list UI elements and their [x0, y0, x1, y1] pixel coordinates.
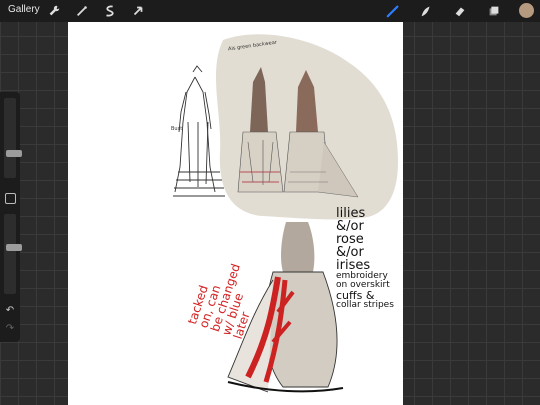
black-note-line: collar stripes: [336, 300, 394, 310]
wrench-icon[interactable]: [46, 3, 62, 19]
opacity-slider[interactable]: [4, 214, 22, 294]
black-note: lilies &/or rose &/or irises embroidery …: [336, 207, 394, 310]
transform-icon[interactable]: [130, 3, 146, 19]
brush-icon[interactable]: [385, 3, 401, 19]
brush-size-slider[interactable]: [4, 98, 22, 178]
smudge-icon[interactable]: [418, 3, 434, 19]
selection-icon[interactable]: [102, 3, 118, 19]
redo-icon[interactable]: ↷: [4, 323, 16, 335]
color-swatch[interactable]: [519, 3, 534, 18]
modify-square-button[interactable]: [5, 193, 16, 204]
gallery-button[interactable]: Gallery: [8, 4, 40, 15]
note-bust: Bust: [171, 126, 183, 132]
opacity-handle[interactable]: [6, 244, 22, 251]
layers-icon[interactable]: [486, 3, 502, 19]
eraser-icon[interactable]: [452, 3, 468, 19]
brush-size-handle[interactable]: [6, 150, 22, 157]
drawing-canvas[interactable]: Ais green backwear Bust tacked on, can b…: [68, 22, 403, 405]
magic-wand-icon[interactable]: [74, 3, 90, 19]
left-sidebar: ↶ ↷: [0, 92, 22, 342]
top-toolbar: Gallery: [0, 0, 540, 22]
undo-icon[interactable]: ↶: [4, 305, 16, 317]
